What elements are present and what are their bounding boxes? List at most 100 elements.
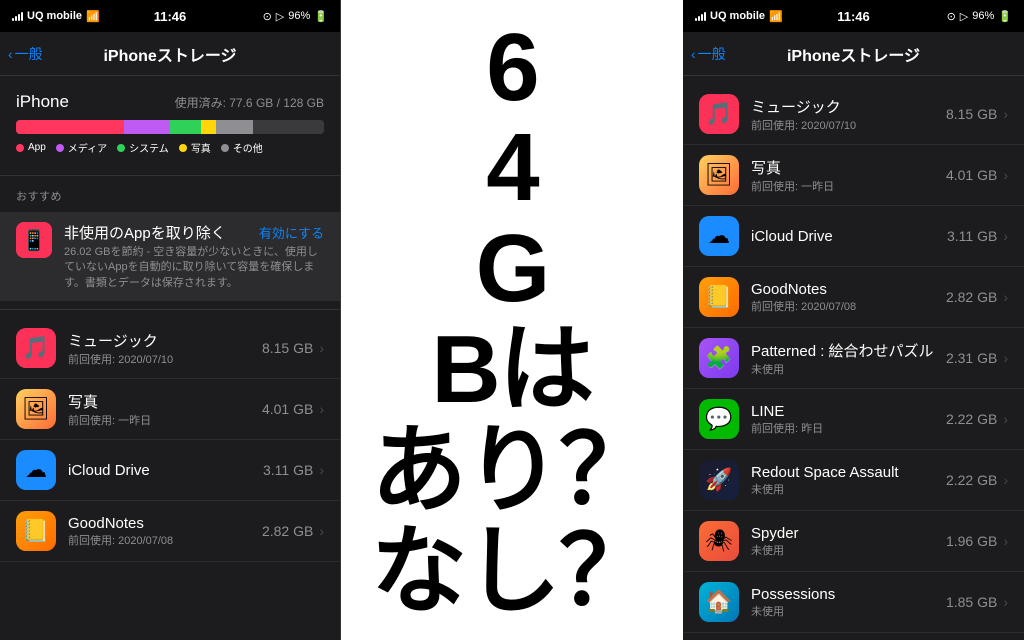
status-carrier-left: UQ mobile 📶 <box>12 10 100 23</box>
storage-section: iPhone 使用済み: 77.6 GB / 128 GB <box>0 76 340 175</box>
storage-bar <box>16 120 324 134</box>
list-item[interactable]: 🖼 写真 前回使用: 一昨日 4.01 GB › <box>683 145 1024 206</box>
status-time-left: 11:46 <box>154 9 187 24</box>
rec-content: 非使用のAppを取り除く 有効にする 26.02 GBを節約 - 空き容量が少な… <box>64 222 324 291</box>
chevron-icon: › <box>1003 350 1008 366</box>
chevron-icon: › <box>1003 106 1008 122</box>
device-name: iPhone <box>16 92 69 112</box>
storage-legend: App メディア システム 写真 その他 <box>16 140 324 155</box>
signal-icon-left <box>12 11 23 21</box>
bar-free <box>253 120 324 134</box>
app-icon-patterned: 🧩 <box>699 338 739 378</box>
legend-dot-media <box>56 144 64 152</box>
status-bar-left: UQ mobile 📶 11:46 ⊙ ▷ 96% 🔋 <box>0 0 340 32</box>
middle-panel: 64GBはあり？なし？ <box>341 0 683 640</box>
recommendation-section: おすすめ 📱 非使用のAppを取り除く 有効にする 26.02 GBを節約 - … <box>0 175 340 310</box>
chevron-icon: › <box>1003 594 1008 610</box>
app-list-left: 🎵 ミュージック 前回使用: 2020/07/10 8.15 GB › 🖼 写真… <box>0 310 340 570</box>
rec-action-button[interactable]: 有効にする <box>259 223 324 242</box>
left-panel: UQ mobile 📶 11:46 ⊙ ▷ 96% 🔋 ‹ 一般 iPhoneス… <box>0 0 341 640</box>
legend-app: App <box>16 140 46 155</box>
legend-dot-system <box>117 144 125 152</box>
chevron-icon: › <box>1003 167 1008 183</box>
list-item[interactable]: 💬 LINE 前回使用: 昨日 2.22 GB › <box>683 389 1024 450</box>
right-scroll-content: 🎵 ミュージック 前回使用: 2020/07/10 8.15 GB › 🖼 写真… <box>683 76 1024 640</box>
storage-usage: 使用済み: 77.6 GB / 128 GB <box>175 94 324 111</box>
middle-text: 64GBはあり？なし？ <box>371 18 653 623</box>
status-carrier-right: UQ mobile 📶 <box>695 10 783 23</box>
nav-bar-left: ‹ 一般 iPhoneストレージ <box>0 32 340 76</box>
app-icon-spyder: 🕷 <box>699 521 739 561</box>
chevron-icon: › <box>319 340 324 356</box>
list-item[interactable]: 📒 GoodNotes 前回使用: 2020/07/08 2.82 GB › <box>0 501 340 562</box>
chevron-icon: › <box>1003 472 1008 488</box>
rec-icon: 📱 <box>16 222 52 258</box>
legend-dot-app <box>16 144 24 152</box>
app-icon-icloud-r: ☁ <box>699 216 739 256</box>
app-icon-icloud: ☁ <box>16 450 56 490</box>
page-title-left: iPhoneストレージ <box>103 42 236 66</box>
legend-other: その他 <box>221 140 263 155</box>
app-icon-redout: 🚀 <box>699 460 739 500</box>
app-info: ミュージック 前回使用: 2020/07/10 <box>68 330 250 367</box>
bar-photos <box>201 120 216 134</box>
status-time-right: 11:46 <box>837 9 870 24</box>
app-icon-photos: 🖼 <box>16 389 56 429</box>
chevron-icon: › <box>319 462 324 478</box>
app-list-right: 🎵 ミュージック 前回使用: 2020/07/10 8.15 GB › 🖼 写真… <box>683 76 1024 640</box>
bar-other <box>216 120 253 134</box>
list-item[interactable]: ☁ iCloud Drive 3.11 GB › <box>0 440 340 501</box>
app-icon-goodnotes: 📒 <box>16 511 56 551</box>
app-icon-line: 💬 <box>699 399 739 439</box>
rec-item[interactable]: 📱 非使用のAppを取り除く 有効にする 26.02 GBを節約 - 空き容量が… <box>0 212 340 301</box>
storage-header: iPhone 使用済み: 77.6 GB / 128 GB <box>16 92 324 112</box>
list-item[interactable]: 🎵 ミュージック 前回使用: 2020/07/10 8.15 GB › <box>683 84 1024 145</box>
legend-dot-other <box>221 144 229 152</box>
legend-media: メディア <box>56 140 107 155</box>
right-panel: UQ mobile 📶 11:46 ⊙ ▷ 96% 🔋 ‹ 一般 iPhoneス… <box>683 0 1024 640</box>
chevron-left-icon: ‹ <box>691 46 696 62</box>
list-item[interactable]: 🏠 Possessions 未使用 1.85 GB › <box>683 572 1024 633</box>
app-icon-possessions: 🏠 <box>699 582 739 622</box>
bar-app <box>16 120 124 134</box>
list-item[interactable]: 🎵 ミュージック 前回使用: 2020/07/10 8.15 GB › <box>0 318 340 379</box>
status-battery-right: ⊙ ▷ 96% 🔋 <box>947 10 1012 23</box>
bar-system <box>170 120 201 134</box>
app-icon-goodnotes-r: 📒 <box>699 277 739 317</box>
app-icon-music: 🎵 <box>16 328 56 368</box>
legend-photos: 写真 <box>179 140 211 155</box>
list-item[interactable]: 🧩 Patterned : 絵合わせパズル 未使用 2.31 GB › <box>683 328 1024 389</box>
rec-title-row: 非使用のAppを取り除く 有効にする <box>64 222 324 243</box>
chevron-icon: › <box>319 401 324 417</box>
signal-icon-right <box>695 11 706 21</box>
chevron-left-icon: ‹ <box>8 46 13 62</box>
back-button-left[interactable]: ‹ 一般 <box>8 44 43 64</box>
app-info: 写真 前回使用: 一昨日 <box>68 391 250 428</box>
legend-system: システム <box>117 140 169 155</box>
app-info: GoodNotes 前回使用: 2020/07/08 <box>68 515 250 548</box>
bar-media <box>124 120 170 134</box>
list-item[interactable]: 📒 GoodNotes 前回使用: 2020/07/08 2.82 GB › <box>683 267 1024 328</box>
page-title-right: iPhoneストレージ <box>787 42 920 66</box>
chevron-icon: › <box>319 523 324 539</box>
chevron-icon: › <box>1003 411 1008 427</box>
app-icon-photos-r: 🖼 <box>699 155 739 195</box>
list-item[interactable]: 🚀 Redout Space Assault 未使用 2.22 GB › <box>683 450 1024 511</box>
rec-description: 26.02 GBを節約 - 空き容量が少ないときに、使用していないAppを自動的… <box>64 245 324 291</box>
nav-bar-right: ‹ 一般 iPhoneストレージ <box>683 32 1024 76</box>
rec-label: おすすめ <box>0 184 340 212</box>
legend-dot-photos <box>179 144 187 152</box>
app-icon-music-r: 🎵 <box>699 94 739 134</box>
left-scroll-content: iPhone 使用済み: 77.6 GB / 128 GB <box>0 76 340 640</box>
app-info: iCloud Drive <box>68 462 251 479</box>
list-item[interactable]: 🖼 写真 前回使用: 一昨日 4.01 GB › <box>0 379 340 440</box>
rec-title: 非使用のAppを取り除く <box>64 222 226 243</box>
back-button-right[interactable]: ‹ 一般 <box>691 44 726 64</box>
list-item[interactable]: 🕷 Spyder 未使用 1.96 GB › <box>683 511 1024 572</box>
chevron-icon: › <box>1003 289 1008 305</box>
list-item[interactable]: ☁ iCloud Drive 3.11 GB › <box>683 206 1024 267</box>
chevron-icon: › <box>1003 533 1008 549</box>
list-item-sonic-racing[interactable]: 🏎 Sonic Racing 未使用 1.75 GB › <box>683 633 1024 640</box>
status-bar-right: UQ mobile 📶 11:46 ⊙ ▷ 96% 🔋 <box>683 0 1024 32</box>
status-battery-left: ⊙ ▷ 96% 🔋 <box>263 10 328 23</box>
